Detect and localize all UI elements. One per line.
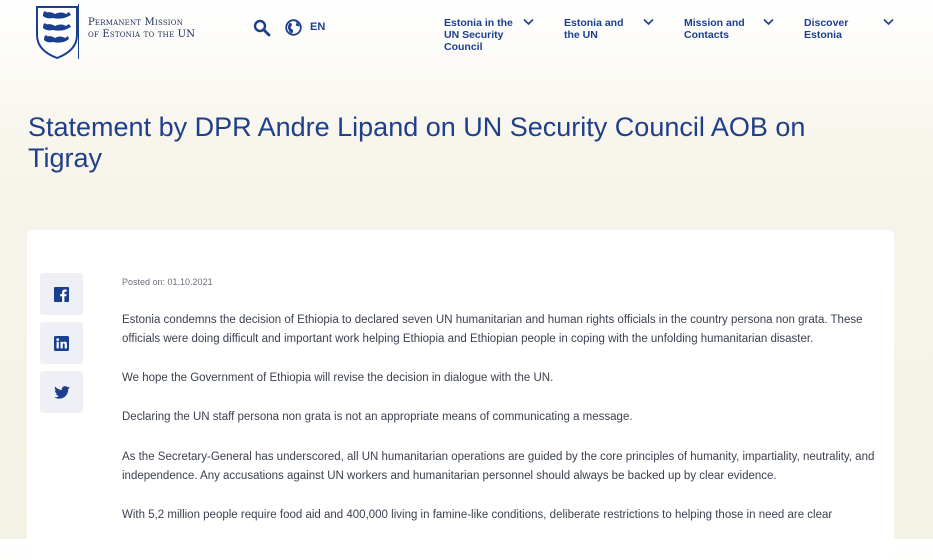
article-paragraph: Estonia condemns the decision of Ethiopi… [122,314,863,346]
article-card: Posted on: 01.10.2021 Estonia condemns t… [27,230,894,560]
article-paragraph: With 5,2 million people require food aid… [122,508,833,521]
search-icon[interactable] [253,19,271,37]
nav-label: Mission and Contacts [684,17,745,41]
facebook-icon [54,286,69,302]
chevron-down-icon [763,18,774,26]
nav-label: Estonia in the UN Security Council [444,17,513,53]
linkedin-icon [54,335,69,351]
nav-label: Estonia and the UN [564,17,624,41]
article-body: Estonia condemns the decision of Ethiopi… [122,311,887,545]
chevron-down-icon [523,18,534,26]
site-brand[interactable]: Permanent Mission of Estonia to the UN [88,17,195,41]
chevron-down-icon [643,18,654,26]
nav-label: Discover Estonia [804,17,849,41]
nav-item-mission-and-contacts[interactable]: Mission and Contacts [684,17,794,41]
share-facebook-button[interactable] [40,273,83,315]
article-paragraph: We hope the Government of Ethiopia will … [122,372,554,385]
chevron-down-icon [883,18,894,26]
language-switcher[interactable]: EN [285,18,325,36]
language-label: EN [310,21,326,33]
page-title: Statement by DPR Andre Lipand on UN Secu… [28,112,806,173]
share-linkedin-button[interactable] [40,322,83,364]
nav-item-estonia-and-un[interactable]: Estonia and the UN [564,17,674,41]
estonian-coat-of-arms-icon[interactable] [35,5,79,59]
globe-icon [285,18,302,36]
nav-item-discover-estonia[interactable]: Discover Estonia [804,17,914,41]
article-paragraph: Declaring the UN staff persona non grata… [122,411,633,424]
logo-divider [78,4,79,59]
site-header: Permanent Mission of Estonia to the UN E… [0,0,933,66]
article-paragraph: As the Secretary-General has underscored… [122,450,875,482]
share-twitter-button[interactable] [40,371,83,413]
posted-date: Posted on: 01.10.2021 [122,277,213,287]
nav-item-security-council[interactable]: Estonia in the UN Security Council [444,17,554,53]
brand-line-1: Permanent Mission [88,17,184,28]
brand-line-2: of Estonia to the UN [88,29,196,40]
twitter-icon [53,385,70,399]
